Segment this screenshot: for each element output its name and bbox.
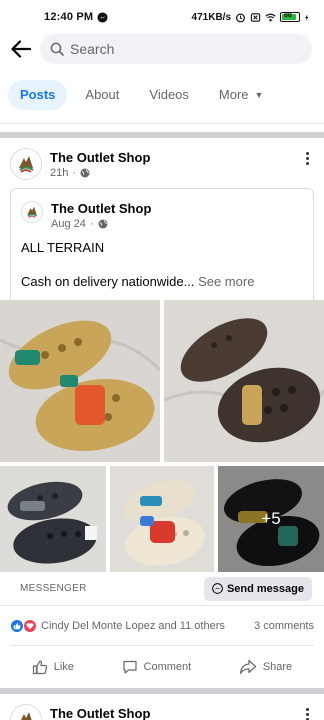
like-icon: [32, 660, 47, 675]
clog-photo-1: [0, 300, 160, 462]
tab-videos[interactable]: Videos: [137, 80, 201, 110]
clog-photo-3: [0, 466, 106, 572]
comments-count[interactable]: 3 comments: [254, 620, 314, 632]
post-text-body: Cash on delivery nationwide...: [21, 274, 195, 289]
photo-1[interactable]: [0, 300, 160, 462]
tab-posts-label: Posts: [20, 87, 56, 102]
shared-header-text: The Outlet Shop Aug 24 ·: [51, 199, 303, 230]
share-icon: [239, 659, 256, 675]
more-photos-count: +5: [261, 509, 281, 528]
clog-photo-2: [164, 300, 324, 462]
dot-separator: ·: [89, 218, 94, 230]
page-avatar-2[interactable]: [10, 704, 42, 720]
post-options-button[interactable]: [300, 148, 314, 168]
no-sim-icon: [250, 12, 261, 22]
messenger-bar: MESSENGER Send message: [0, 572, 324, 606]
search-icon: [50, 42, 64, 56]
post-header-text: The Outlet Shop 21h ·: [50, 148, 300, 179]
net-speed: 471KB/s: [191, 11, 231, 23]
post2-options-button[interactable]: [300, 704, 314, 720]
reactions-row: Cindy Del Monte Lopez and 11 others 3 co…: [10, 606, 314, 646]
clog-photo-4: [110, 466, 214, 572]
shared-page-avatar[interactable]: [21, 201, 43, 223]
post-card: The Outlet Shop 21h · The Outlet Shop Au…: [0, 138, 324, 688]
post-header: The Outlet Shop 21h ·: [0, 138, 324, 188]
post-meta: 21h ·: [50, 167, 300, 179]
messenger-icon: [97, 11, 108, 23]
reaction-summary[interactable]: Cindy Del Monte Lopez and 11 others: [10, 618, 225, 633]
tab-more-label: More: [218, 87, 249, 102]
photo-5[interactable]: +5: [218, 466, 324, 572]
post2-page-name[interactable]: The Outlet Shop: [50, 706, 300, 720]
globe-icon: [98, 219, 108, 229]
photo-4[interactable]: [110, 466, 214, 572]
status-time: 12:40 PM: [44, 11, 94, 23]
search-box[interactable]: [40, 34, 312, 64]
photo-3[interactable]: [0, 466, 106, 572]
status-left: 12:40 PM: [44, 11, 108, 23]
page-logo-icon: [21, 712, 32, 720]
shared-page-name[interactable]: The Outlet Shop: [51, 201, 303, 216]
tab-about-label: About: [85, 87, 120, 102]
status-bar: 12:40 PM 471KB/s 88: [0, 0, 324, 34]
messenger-label: MESSENGER: [20, 583, 87, 594]
charging-icon: [305, 14, 309, 20]
status-right: 471KB/s 88: [192, 12, 310, 23]
photo-gallery: +5: [0, 300, 324, 572]
battery-icon: 88: [280, 12, 300, 22]
caret-down-icon: ▼: [254, 89, 264, 100]
page-logo-icon: [27, 206, 38, 218]
page-avatar[interactable]: [10, 148, 42, 180]
tab-posts[interactable]: Posts: [8, 79, 68, 110]
more-photos-overlay[interactable]: +5: [218, 466, 324, 572]
tab-about[interactable]: About: [73, 80, 131, 110]
like-reaction-icon: [10, 618, 24, 633]
post-text-line1: ALL TERRAIN: [21, 240, 105, 255]
see-more-link[interactable]: See more: [198, 274, 254, 289]
post-text-line2: Cash on delivery nationwide... See more: [21, 273, 303, 290]
post-time[interactable]: 21h: [50, 167, 68, 179]
tab-more[interactable]: More ▼: [207, 80, 276, 110]
globe-icon: [80, 168, 90, 178]
shared-post[interactable]: The Outlet Shop Aug 24 · ALL TERRAIN Cas…: [10, 188, 314, 300]
shared-date[interactable]: Aug 24: [51, 218, 86, 230]
profile-tabs: Posts About Videos More ▼: [0, 66, 324, 124]
tab-videos-label: Videos: [149, 87, 189, 102]
search-input[interactable]: [70, 41, 270, 57]
share-label: Share: [262, 661, 293, 673]
post-page-name[interactable]: The Outlet Shop: [50, 150, 300, 165]
dot-separator: ·: [72, 167, 77, 179]
send-message-button[interactable]: Send message: [203, 576, 312, 601]
back-arrow-icon: [11, 40, 31, 58]
send-message-label: Send message: [226, 582, 304, 595]
page-logo-icon: [19, 156, 34, 173]
comment-button[interactable]: Comment: [114, 655, 200, 679]
alarm-icon: [236, 13, 245, 22]
search-row: [0, 34, 324, 64]
shared-post-text: ALL TERRAIN Cash on delivery nationwide.…: [11, 233, 313, 300]
post-header-text-2: The Outlet Shop 1d ·: [50, 704, 300, 720]
photo-2[interactable]: [164, 300, 324, 462]
messenger-icon: [212, 583, 223, 594]
like-button[interactable]: Like: [24, 655, 82, 679]
post-header-2: The Outlet Shop 1d ·: [0, 694, 324, 720]
comment-icon: [122, 660, 137, 674]
post-card-2: The Outlet Shop 1d ·: [0, 694, 324, 720]
back-button[interactable]: [10, 38, 32, 60]
shared-meta: Aug 24 ·: [51, 218, 303, 230]
comment-label: Comment: [143, 661, 192, 673]
post-actions: Like Comment Share: [0, 646, 324, 688]
like-label: Like: [53, 661, 74, 673]
wifi-icon: [265, 13, 276, 21]
reactions-text: Cindy Del Monte Lopez and 11 others: [41, 619, 225, 632]
share-button[interactable]: Share: [231, 655, 300, 679]
love-reaction-icon: [23, 618, 37, 633]
shared-post-header: The Outlet Shop Aug 24 ·: [11, 189, 313, 233]
